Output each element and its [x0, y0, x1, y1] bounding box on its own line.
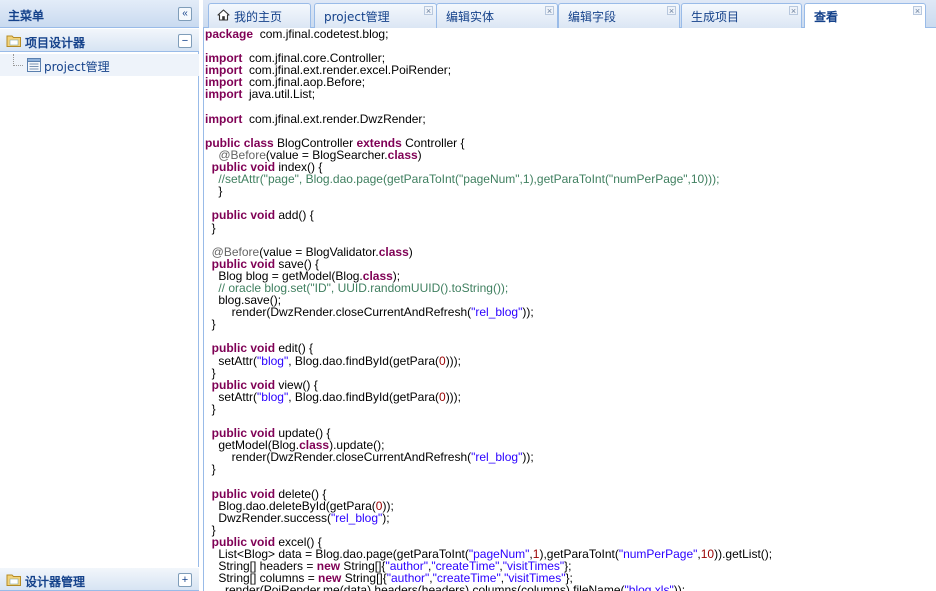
folder-icon	[6, 573, 22, 590]
code-token: 10	[700, 547, 715, 562]
tab-my-home[interactable]: 我的主页	[208, 3, 311, 28]
code-line: package com.jfinal.codetest.blog;	[205, 28, 772, 40]
code-line: setAttr("blog", Blog.dao.findById(getPar…	[205, 353, 772, 368]
sidebar-item-project-management[interactable]: project管理	[0, 54, 199, 76]
close-tab-icon[interactable]: ×	[667, 6, 676, 16]
sidebar-title: 主菜单	[8, 9, 45, 23]
code-token: ));	[673, 583, 686, 591]
collapse-sidebar-icon[interactable]: «	[178, 7, 192, 21]
tab-generate-project[interactable]: 生成项目 ×	[681, 3, 802, 28]
code-token: 0	[439, 389, 446, 404]
tab-label: 编辑字段	[568, 10, 617, 24]
folder-icon	[6, 34, 22, 51]
sidebar-header: 主菜单 «	[0, 0, 199, 28]
tab-project-management[interactable]: project管理 ×	[314, 3, 437, 28]
code-view-panel[interactable]: package com.jfinal.codetest.blog; import …	[203, 28, 936, 591]
code-token: "numPerPage"	[618, 547, 698, 562]
source-code: package com.jfinal.codetest.blog; import …	[205, 28, 772, 591]
expand-section-icon[interactable]: +	[178, 573, 192, 587]
code-token: "blog"	[257, 389, 289, 404]
code-token: com.jfinal.ext.render.DwzRender;	[242, 111, 426, 126]
code-line: render(DwzRender.closeCurrentAndRefresh(…	[205, 451, 772, 463]
code-token: )	[417, 147, 422, 162]
code-line: }	[205, 403, 772, 415]
code-line: }	[205, 185, 772, 197]
accordion-header-project-designer[interactable]: 项目设计器 −	[0, 28, 199, 52]
tab-label: 生成项目	[691, 10, 740, 24]
code-token: }	[205, 401, 216, 416]
code-line: import com.jfinal.ext.render.DwzRender;	[205, 113, 772, 125]
code-token: )));	[445, 389, 462, 404]
accordion-label: 项目设计器	[25, 36, 86, 50]
tab-label: 我的主页	[234, 10, 283, 24]
code-token: add() {	[275, 208, 314, 223]
code-token: );	[382, 510, 390, 525]
tree-connector	[13, 54, 23, 66]
code-token: "blog"	[257, 353, 289, 368]
page-icon	[27, 58, 41, 75]
tab-view[interactable]: 查看 ×	[804, 3, 926, 29]
code-token: ));	[522, 450, 534, 465]
code-token: package	[205, 28, 254, 41]
main-menu-sidebar: 主菜单 « 项目设计器 − project管理 设计器管理 +	[0, 0, 199, 591]
code-token: }	[205, 220, 216, 235]
code-token: )).getList();	[714, 547, 773, 562]
code-token: java.util.List;	[242, 87, 316, 102]
close-tab-icon[interactable]: ×	[424, 6, 433, 16]
code-line: render(PoiRender.me(data).headers(header…	[205, 584, 772, 591]
code-token: ));	[522, 305, 534, 320]
code-token: "blog.xls"	[624, 583, 674, 591]
collapse-section-icon[interactable]: −	[178, 34, 192, 48]
code-token: class	[387, 147, 418, 162]
code-token: render(DwzRender.closeCurrentAndRefresh(	[205, 305, 472, 320]
close-tab-icon[interactable]: ×	[545, 6, 554, 16]
code-line: setAttr("blog", Blog.dao.findById(getPar…	[205, 391, 772, 403]
code-line: }	[205, 318, 772, 330]
code-token: DwzRender.success(	[205, 510, 332, 525]
code-token: }	[205, 462, 216, 477]
code-line: import java.util.List;	[205, 88, 772, 100]
code-token: "rel_blog"	[471, 305, 523, 320]
code-line: DwzRender.success("rel_blog");	[205, 512, 772, 524]
tab-edit-entity[interactable]: 编辑实体 ×	[436, 3, 558, 28]
accordion-header-designer-management[interactable]: 设计器管理 +	[0, 567, 199, 591]
code-token: , Blog.dao.findById(getPara(	[288, 389, 439, 404]
code-token: , Blog.dao.findById(getPara(	[288, 353, 439, 368]
code-line: public void add() {	[205, 209, 772, 221]
close-tab-icon[interactable]: ×	[789, 6, 798, 16]
code-token: import	[205, 87, 243, 102]
tab-bar: 我的主页 project管理 × 编辑实体 × 编辑字段 × 生成项目 × 查看…	[203, 0, 936, 29]
tab-label: 编辑实体	[446, 10, 495, 24]
code-token: }	[205, 317, 216, 332]
code-token: render(PoiRender.me(data).headers(header…	[205, 583, 625, 591]
code-token: )));	[445, 353, 462, 368]
code-line: }	[205, 463, 772, 475]
close-tab-icon[interactable]: ×	[913, 6, 922, 16]
code-token: class	[378, 244, 409, 259]
code-line: //setAttr("page", Blog.dao.page(getParaT…	[205, 173, 772, 185]
code-line: render(DwzRender.closeCurrentAndRefresh(…	[205, 306, 772, 318]
tab-label: project管理	[324, 10, 390, 24]
tab-edit-field[interactable]: 编辑字段 ×	[558, 3, 680, 28]
code-line: // oracle blog.set("ID", UUID.randomUUID…	[205, 282, 772, 294]
sidebar-item-label: project管理	[44, 60, 110, 74]
code-token: )	[408, 244, 413, 259]
code-line: }	[205, 220, 772, 235]
code-token: 0	[439, 353, 446, 368]
code-token: void	[250, 208, 276, 223]
code-token: public	[211, 208, 248, 223]
code-token: }	[205, 184, 223, 199]
tab-label: 查看	[814, 10, 839, 24]
accordion-label: 设计器管理	[25, 575, 86, 589]
code-token: "rel_blog"	[331, 510, 383, 525]
code-token: render(DwzRender.closeCurrentAndRefresh(	[205, 450, 472, 465]
code-token: com.jfinal.codetest.blog;	[253, 28, 389, 41]
code-token: import	[205, 111, 243, 126]
home-icon	[217, 9, 230, 24]
code-token: "rel_blog"	[471, 450, 523, 465]
code-token: //setAttr("page", Blog.dao.page(getParaT…	[218, 172, 720, 187]
